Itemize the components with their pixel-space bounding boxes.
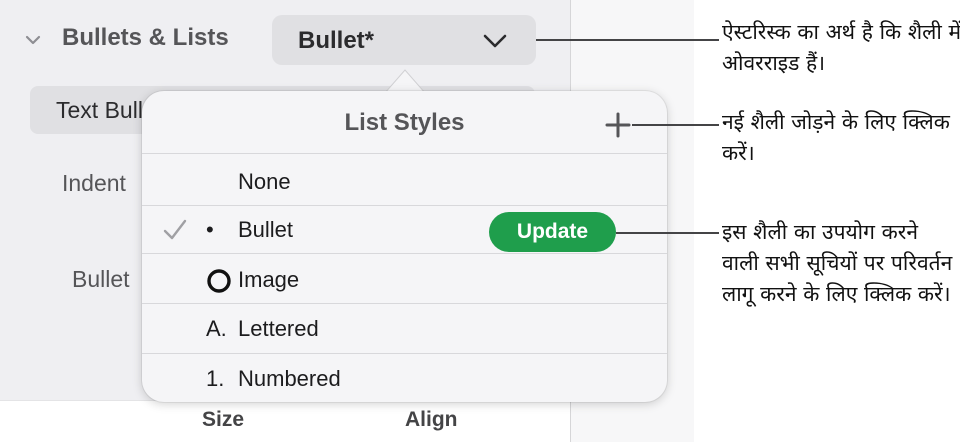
section-title: Bullets & Lists	[62, 24, 229, 51]
chevron-down-icon	[483, 34, 507, 48]
list-style-dropdown[interactable]: Bullet*	[272, 15, 536, 65]
callout-add: नई शैली जोड़ने के लिए क्लिक करें।	[722, 110, 950, 165]
separator	[142, 353, 667, 354]
size-label: Size	[202, 408, 245, 431]
align-label: Align	[405, 408, 458, 431]
list-styles-popover: List Styles None • Bullet Update Image A…	[142, 91, 667, 402]
callout-update: इस शैली का उपयोग करने वाली सभी सूचियों प…	[722, 220, 953, 306]
image-bullet-circle-icon	[207, 269, 231, 293]
callout-line-update	[616, 232, 719, 234]
list-style-label: Bullet	[238, 217, 294, 242]
list-style-label: Lettered	[238, 316, 319, 341]
indent-label: Indent	[62, 170, 126, 196]
size-align-row	[0, 400, 570, 443]
letter-marker: A.	[206, 316, 227, 341]
list-style-item-none[interactable]: None	[142, 158, 667, 206]
dropdown-value: Bullet*	[298, 27, 375, 54]
callout-line-asterisk	[536, 39, 719, 41]
list-style-item-image[interactable]: Image	[142, 256, 667, 304]
checkmark-icon	[163, 219, 187, 240]
separator	[142, 153, 667, 154]
number-marker: 1.	[206, 366, 225, 391]
bullet-label: Bullet	[72, 266, 130, 292]
list-style-item-lettered[interactable]: A. Lettered	[142, 305, 667, 353]
update-button[interactable]: Update	[489, 212, 616, 252]
callout-asterisk: ऐस्टरिस्क का अर्थ है कि शैली में ओवरराइड…	[722, 20, 960, 75]
separator	[142, 253, 667, 254]
callout-line-add	[632, 124, 719, 126]
separator	[142, 303, 667, 304]
disclosure-chevron-icon[interactable]	[24, 31, 42, 49]
bullet-marker: •	[206, 217, 214, 242]
list-style-label: Numbered	[238, 366, 341, 391]
list-style-label: Image	[238, 267, 300, 292]
plus-icon[interactable]	[604, 111, 632, 139]
popover-title: List Styles	[344, 109, 465, 136]
list-style-label: None	[238, 169, 291, 194]
list-style-item-numbered[interactable]: 1. Numbered	[142, 355, 667, 403]
